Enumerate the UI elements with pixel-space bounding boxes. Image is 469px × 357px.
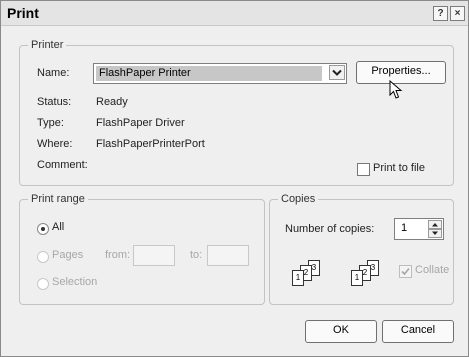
from-label: from: (105, 249, 131, 261)
ok-button[interactable]: OK (305, 320, 377, 343)
copies-group: Copies (269, 193, 454, 305)
pages-label: Pages (52, 249, 84, 261)
title-bar: Print ? × (1, 1, 468, 26)
properties-button-label: Properties... (371, 65, 431, 77)
page-number: 1 (295, 273, 301, 282)
all-label: All (52, 221, 65, 233)
to-label: to: (190, 249, 203, 261)
where-value: FlashPaperPrinterPort (96, 138, 205, 150)
printer-legend: Printer (28, 39, 67, 51)
name-label: Name: (37, 67, 70, 79)
help-icon: ? (437, 8, 444, 19)
all-radio[interactable] (37, 223, 49, 235)
dialog-title: Print (7, 5, 39, 21)
help-button[interactable]: ? (433, 6, 448, 21)
page-icon-1: 1 (351, 270, 363, 286)
page-number: 3 (311, 263, 317, 272)
where-label: Where: (37, 138, 73, 150)
type-value: FlashPaper Driver (96, 117, 185, 129)
spin-up-button[interactable] (428, 220, 442, 229)
number-of-copies-label: Number of copies: (285, 223, 375, 235)
triangle-up-icon (432, 223, 438, 227)
page-number: 2 (303, 268, 309, 277)
status-label: Status: (37, 96, 72, 108)
chevron-down-icon (332, 69, 342, 76)
triangle-down-icon (432, 231, 438, 235)
copies-spinner[interactable]: 1 (394, 218, 444, 240)
cancel-button-label: Cancel (400, 324, 436, 336)
close-button[interactable]: × (450, 6, 465, 21)
status-value: Ready (96, 96, 128, 108)
to-input[interactable] (207, 245, 249, 266)
radio-dot (41, 227, 45, 231)
mouse-pointer-icon (389, 80, 403, 99)
page-icon-1: 1 (292, 270, 304, 286)
page-number: 1 (354, 273, 360, 282)
printer-name-selection: FlashPaper Printer (96, 66, 322, 81)
selection-radio[interactable] (37, 278, 49, 290)
cancel-button[interactable]: Cancel (382, 320, 454, 343)
check-icon (401, 267, 410, 276)
from-input[interactable] (133, 245, 175, 266)
print-dialog: Print ? × Printer Name: FlashPaper Print… (0, 0, 469, 357)
selection-label: Selection (52, 276, 98, 288)
copies-value: 1 (401, 222, 408, 234)
print-to-file-label: Print to file (373, 162, 425, 174)
printer-name-value: FlashPaper Printer (99, 67, 191, 79)
type-label: Type: (37, 117, 64, 129)
page-number: 3 (370, 263, 376, 272)
print-range-legend: Print range (28, 193, 88, 205)
spin-down-button[interactable] (428, 229, 442, 238)
close-icon: × (454, 8, 461, 19)
print-to-file-checkbox[interactable] (357, 163, 370, 176)
comment-label: Comment: (37, 159, 88, 171)
page-number: 2 (362, 268, 368, 277)
dropdown-button[interactable] (329, 65, 345, 80)
collate-checkbox[interactable] (399, 265, 412, 278)
ok-button-label: OK (333, 324, 349, 336)
printer-name-select[interactable]: FlashPaper Printer (93, 63, 347, 84)
copies-legend: Copies (278, 193, 319, 205)
collate-label: Collate (415, 264, 450, 276)
pages-radio[interactable] (37, 251, 49, 263)
